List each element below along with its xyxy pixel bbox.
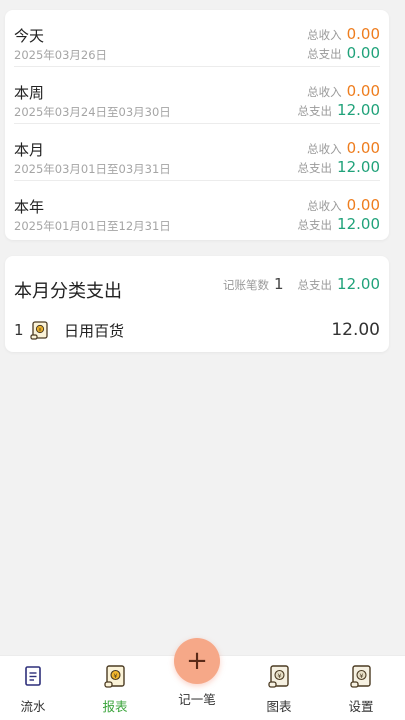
tab-label: 设置 (348, 699, 374, 714)
income-value: 0.00 (346, 82, 380, 100)
plus-icon: + (186, 646, 208, 676)
receipt-scroll-icon: ¥ (30, 320, 50, 340)
list-icon (21, 664, 45, 690)
tab-report[interactable]: ¥ 报表 (85, 656, 145, 720)
period-range: 2025年03月01日至03月31日 (14, 162, 171, 176)
income-value: 0.00 (346, 139, 380, 157)
expense-value: 12.00 (337, 101, 380, 119)
income-value: 0.00 (346, 196, 380, 214)
period-row-month[interactable]: 本月 2025年03月01日至03月31日 总收入 0.00 总支出 12.00 (14, 124, 380, 181)
svg-text:¥: ¥ (113, 672, 117, 680)
period-title: 本周 (14, 84, 45, 102)
chart-scroll-icon: ¥ (267, 664, 291, 690)
tab-label: 报表 (102, 699, 128, 714)
record-count-value: 1 (274, 275, 284, 293)
expense-line: 总支出 12.00 (298, 158, 380, 176)
summary-card: 今天 2025年03月26日 总收入 0.00 总支出 0.00 本周 2025… (5, 10, 389, 240)
tab-label: 流水 (20, 699, 46, 714)
tab-settings[interactable]: ¥ 设置 (331, 656, 391, 720)
svg-text:¥: ¥ (277, 672, 281, 680)
report-scroll-icon: ¥ (103, 664, 127, 690)
income-line: 总收入 0.00 (307, 139, 380, 157)
expense-label: 总支出 (297, 218, 333, 232)
expense-value: 12.00 (337, 158, 380, 176)
expense-label: 总支出 (307, 47, 342, 61)
add-record-label[interactable]: 记一笔 (167, 689, 227, 708)
period-row-year[interactable]: 本年 2025年01月01日至12月31日 总收入 0.00 总支出 12.00 (14, 181, 380, 238)
period-row-week[interactable]: 本周 2025年03月24日至03月30日 总收入 0.00 总支出 12.00 (14, 67, 380, 124)
period-range: 2025年01月01日至12月31日 (14, 219, 171, 233)
period-row-today[interactable]: 今天 2025年03月26日 总收入 0.00 总支出 0.00 (14, 10, 380, 67)
income-value: 0.00 (346, 25, 380, 43)
expense-label: 总支出 (297, 161, 333, 175)
income-line: 总收入 0.00 (307, 196, 380, 214)
expense-line: 总支出 12.00 (298, 101, 380, 119)
income-label: 总收入 (307, 85, 342, 99)
income-label: 总收入 (307, 199, 342, 213)
add-record-button[interactable]: + (174, 638, 220, 684)
period-title: 今天 (14, 27, 45, 45)
svg-text:¥: ¥ (38, 327, 42, 333)
tab-flow[interactable]: 流水 (3, 656, 63, 720)
period-title: 本月 (14, 141, 45, 159)
income-line: 总收入 0.00 (307, 82, 380, 100)
income-label: 总收入 (307, 28, 342, 42)
category-amount: 12.00 (331, 320, 380, 340)
category-card-title: 本月分类支出 (14, 281, 122, 302)
category-item[interactable]: 1 ¥ 日用百货 12.00 (14, 318, 380, 342)
bottom-tab-bar: 流水 ¥ 报表 + 记一笔 ¥ 图表 ¥ 设置 (0, 638, 405, 720)
category-index: 1 (14, 321, 24, 339)
category-expense-card: 本月分类支出 记账笔数 1 总支出 12.00 1 ¥ 日用百货 12.00 (5, 256, 389, 352)
income-label: 总收入 (307, 142, 342, 156)
record-count-label: 记账笔数 (223, 278, 269, 292)
tab-label: 图表 (266, 699, 292, 714)
category-meta: 记账笔数 1 总支出 12.00 (223, 275, 380, 293)
category-name: 日用百货 (64, 321, 125, 340)
total-expense-label: 总支出 (297, 278, 333, 292)
period-range: 2025年03月26日 (14, 48, 108, 62)
expense-value: 0.00 (346, 44, 380, 62)
income-line: 总收入 0.00 (307, 25, 380, 43)
total-expense-value: 12.00 (337, 275, 380, 293)
period-title: 本年 (14, 198, 45, 216)
tab-chart[interactable]: ¥ 图表 (249, 656, 309, 720)
svg-text:¥: ¥ (359, 672, 363, 680)
expense-line: 总支出 0.00 (307, 44, 380, 62)
settings-scroll-icon: ¥ (349, 664, 373, 690)
expense-line: 总支出 12.00 (298, 215, 380, 233)
period-range: 2025年03月24日至03月30日 (14, 105, 171, 119)
expense-label: 总支出 (297, 104, 333, 118)
expense-value: 12.00 (337, 215, 380, 233)
